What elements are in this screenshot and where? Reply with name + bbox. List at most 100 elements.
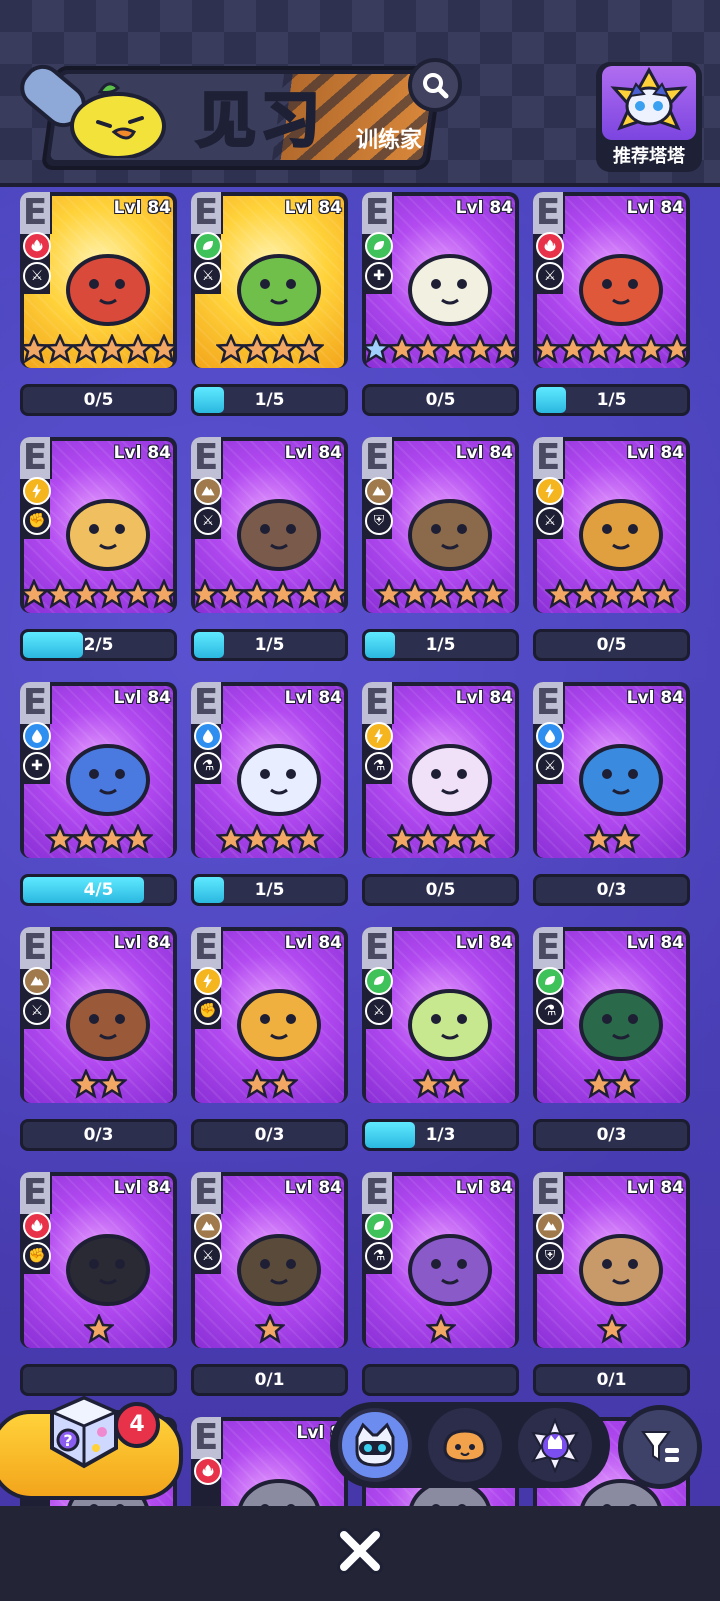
rank-badge: E	[362, 927, 394, 969]
creature-card[interactable]: E Lvl 84 ✊	[20, 1172, 177, 1406]
star-icon	[596, 1314, 627, 1344]
level-label: Lvl 84	[284, 198, 342, 218]
rank-badge: E	[533, 682, 565, 724]
card-frame: E Lvl 84 ⚔	[191, 437, 348, 613]
creature-card[interactable]: E Lvl 84 ⚔ 0/3	[20, 927, 177, 1161]
creature-portrait	[237, 1234, 321, 1306]
potion-icon: ⚗	[365, 1242, 393, 1270]
recommend-label: 推荐塔塔	[613, 146, 685, 167]
creature-card[interactable]: E Lvl 84 ⚔ 1/5	[191, 192, 348, 426]
level-label: Lvl 84	[626, 198, 684, 218]
potion-icon: ⚗	[365, 752, 393, 780]
creature-card[interactable]: E Lvl 84 ⚔ 0/1	[191, 1172, 348, 1406]
star-rating	[533, 575, 690, 613]
creature-card[interactable]: E Lvl 84 ✚ 4/5	[20, 682, 177, 916]
creature-portrait	[66, 254, 150, 326]
star-rating	[362, 1310, 519, 1348]
shard-progress-bar: 1/5	[533, 384, 690, 416]
creature-card[interactable]: E Lvl 84 ⚔ 0/5	[533, 437, 690, 671]
creature-portrait	[408, 499, 492, 571]
earth-icon	[536, 1212, 564, 1240]
progress-label	[23, 1367, 174, 1393]
recommend-button[interactable]: 推荐塔塔	[596, 62, 702, 172]
progress-label: 0/3	[596, 1125, 627, 1145]
creature-card[interactable]: E Lvl 84 ✊ 2/5	[20, 437, 177, 671]
creature-portrait	[66, 989, 150, 1061]
level-label: Lvl 84	[626, 443, 684, 463]
creature-card[interactable]: E Lvl 84 ⚔ 1/5	[533, 192, 690, 426]
shard-progress-bar: 4/5	[20, 874, 177, 906]
tab-cat[interactable]	[338, 1408, 412, 1482]
progress-label	[365, 1367, 516, 1393]
creature-portrait	[66, 499, 150, 571]
mystery-box-icon: ?	[48, 1395, 120, 1469]
star-rating	[20, 575, 177, 613]
creature-card[interactable]: E Lvl 84 ⚗	[362, 1172, 519, 1406]
game-screen: E Lvl 84 ⚔ 0/5 E Lvl 84 ⚔ 1/5 E Lvl 84 ✚ 0/5 E Lvl 84…	[0, 0, 720, 1601]
star-icon	[254, 1314, 285, 1344]
creature-card[interactable]: E Lvl 84 ⚗ 0/5	[362, 682, 519, 916]
close-button[interactable]	[332, 1523, 388, 1579]
creature-portrait	[408, 744, 492, 816]
level-label: Lvl 84	[626, 688, 684, 708]
progress-label: 0/3	[254, 1125, 285, 1145]
creature-card[interactable]: E Lvl 84 ⚔ 0/5	[20, 192, 177, 426]
tab-star[interactable]	[518, 1408, 592, 1482]
sword-icon: ⚔	[536, 262, 564, 290]
creature-card[interactable]: E Lvl 84 ⚗ 1/5	[191, 682, 348, 916]
card-frame: E Lvl 84 ⚔	[362, 927, 519, 1103]
creature-grid: E Lvl 84 ⚔ 0/5 E Lvl 84 ⚔ 1/5 E Lvl 84 ✚ 0/5 E Lvl 84…	[0, 0, 720, 1601]
creature-portrait	[408, 254, 492, 326]
star-icon	[609, 1069, 640, 1099]
star-icon	[148, 579, 177, 609]
creature-card[interactable]: E Lvl 84 ✊ 0/3	[191, 927, 348, 1161]
progress-label: 0/3	[596, 880, 627, 900]
progress-label: 0/1	[254, 1370, 285, 1390]
star-rating	[362, 820, 519, 858]
sword-icon: ⚔	[536, 752, 564, 780]
filter-icon	[641, 1431, 679, 1462]
search-button[interactable]	[408, 58, 462, 112]
creature-card[interactable]: E Lvl 84 ⚔ 1/3	[362, 927, 519, 1161]
bolt-icon	[365, 722, 393, 750]
rank-badge: E	[533, 192, 565, 234]
level-label: Lvl 84	[113, 1178, 171, 1198]
creature-card[interactable]: E Lvl 84 ⛨ 1/5	[362, 437, 519, 671]
creature-portrait	[408, 1234, 492, 1306]
progress-label: 0/5	[83, 390, 114, 410]
progress-label: 0/3	[83, 1125, 114, 1145]
filter-button[interactable]	[618, 1405, 702, 1489]
progress-label: 4/5	[83, 880, 114, 900]
sword-icon: ⚔	[365, 997, 393, 1025]
creature-card[interactable]: E Lvl 84 ⚔ 0/3	[533, 682, 690, 916]
earth-icon	[194, 1212, 222, 1240]
fire-icon	[23, 232, 51, 260]
card-frame: E Lvl 84 ⚔	[533, 682, 690, 858]
creature-portrait	[237, 254, 321, 326]
star-rating	[191, 1310, 348, 1348]
rank-badge: E	[362, 682, 394, 724]
rank-badge: E	[362, 437, 394, 479]
level-label: Lvl 84	[455, 933, 513, 953]
star-rating	[533, 1065, 690, 1103]
creature-card[interactable]: E Lvl 84 ✚ 0/5	[362, 192, 519, 426]
creature-card[interactable]: E Lvl 84 ⚗ 0/3	[533, 927, 690, 1161]
sword-icon: ⚔	[23, 262, 51, 290]
card-frame: E Lvl 84 ⚔	[191, 192, 348, 368]
fire-icon	[194, 1457, 222, 1485]
rank-badge: E	[20, 927, 52, 969]
level-label: Lvl 84	[284, 443, 342, 463]
creature-card[interactable]: E Lvl 84 ⚔ 1/5	[191, 437, 348, 671]
card-frame: E Lvl 84 ⚗	[533, 927, 690, 1103]
shield-icon: ⛨	[536, 1242, 564, 1270]
creature-card[interactable]: E Lvl 84 ⛨ 0/1	[533, 1172, 690, 1406]
creature-portrait	[579, 989, 663, 1061]
shard-progress-bar: 0/1	[191, 1364, 348, 1396]
title-banner: 见习 训练家	[12, 56, 462, 170]
tab-bread[interactable]	[428, 1408, 502, 1482]
rank-badge: E	[533, 1172, 565, 1214]
star-rating	[533, 1310, 690, 1348]
bolt-icon	[23, 477, 51, 505]
level-label: Lvl 84	[455, 688, 513, 708]
duck-mascot-icon	[70, 82, 166, 158]
